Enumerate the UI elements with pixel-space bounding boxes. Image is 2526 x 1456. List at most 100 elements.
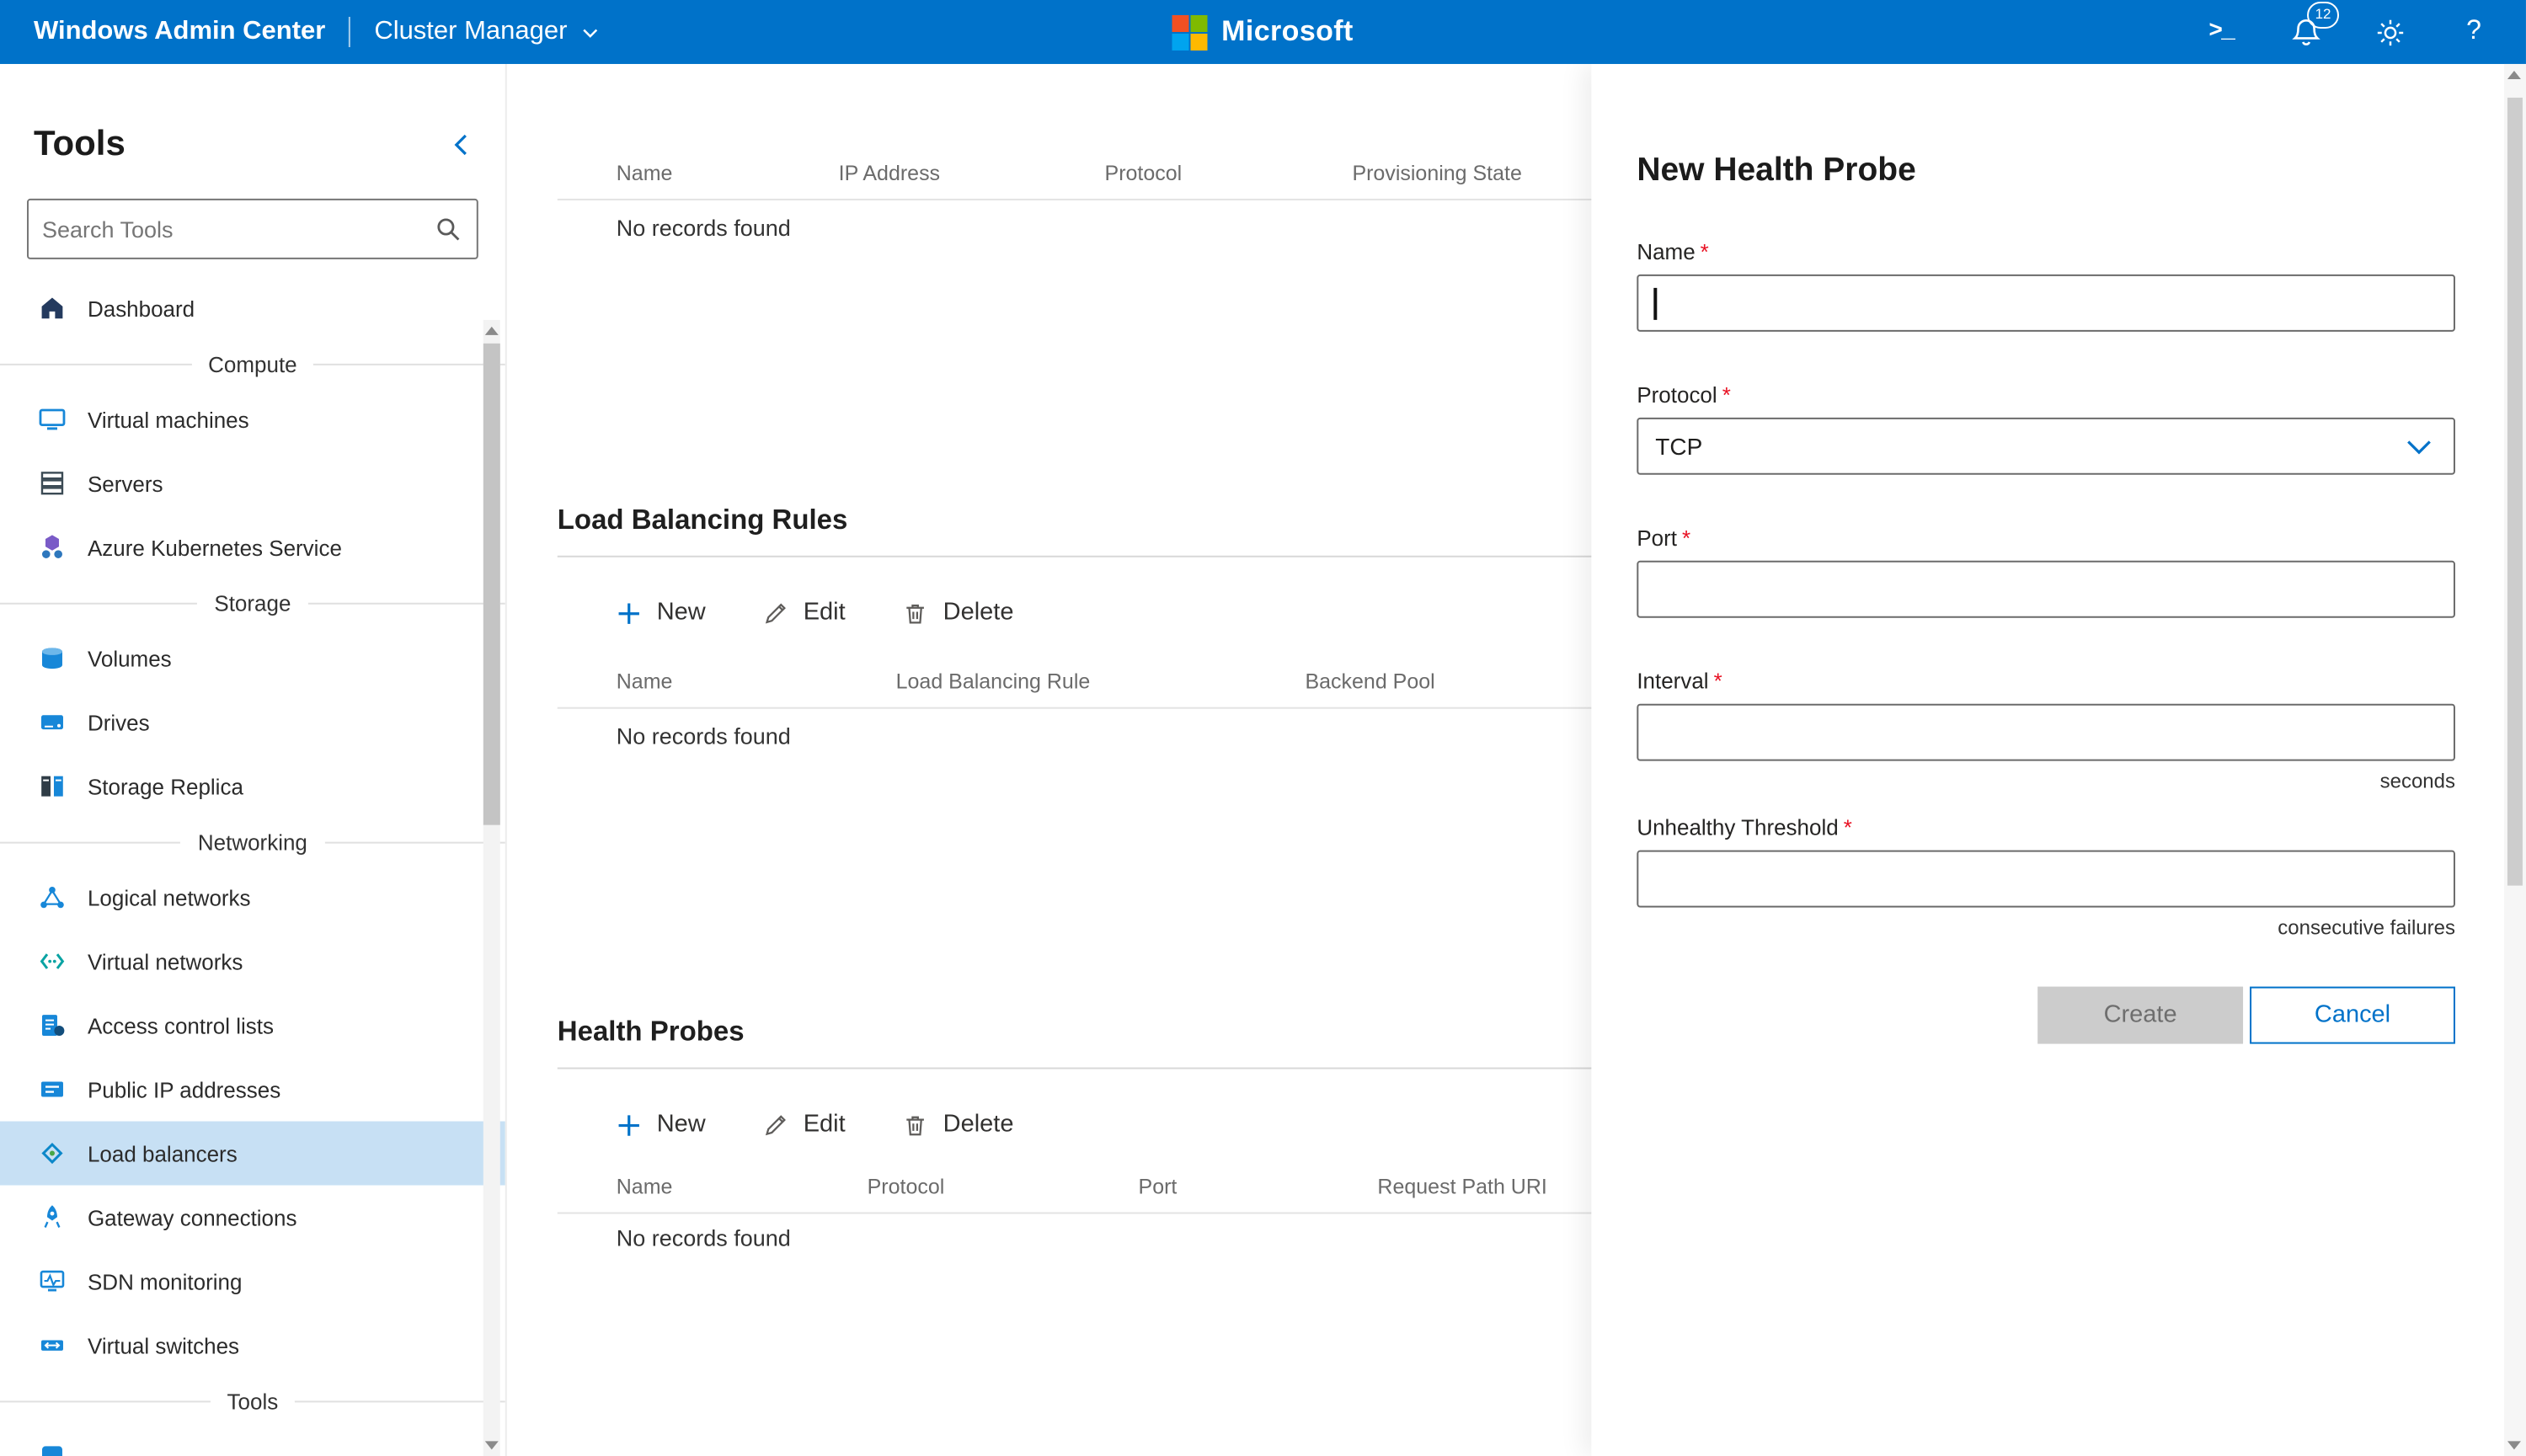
frontend-ip-empty-text: No records found [558, 216, 791, 241]
port-label: Port* [1637, 525, 2455, 551]
delete-button[interactable]: Delete [903, 600, 1014, 627]
panel-title: New Health Probe [1637, 152, 2526, 190]
app-title[interactable]: Windows Admin Center [34, 17, 325, 47]
protocol-select[interactable]: TCP [1637, 418, 2455, 475]
port-field [1637, 561, 2455, 618]
sidebar-item-label: Servers [88, 471, 163, 496]
edit-button-label: Edit [804, 1112, 846, 1139]
sidebar-item-label: Drives [88, 710, 150, 735]
sidebar-item-servers[interactable]: Servers [0, 451, 505, 515]
column-header[interactable]: Protocol [1105, 162, 1353, 185]
unhealthy-threshold-input[interactable] [1638, 852, 2454, 906]
edit-button[interactable]: Edit [763, 600, 846, 627]
powershell-icon[interactable]: >_ [2203, 13, 2240, 51]
sidebar-item-partial[interactable] [0, 1424, 505, 1456]
delete-trash-icon [903, 1112, 928, 1138]
name-input[interactable] [1638, 276, 2454, 330]
column-header[interactable]: IP Address [839, 162, 1105, 185]
column-header[interactable]: Port [1139, 1176, 1378, 1199]
port-input[interactable] [1638, 563, 2454, 616]
sidebar-item-volumes[interactable]: Volumes [0, 627, 505, 691]
new-button[interactable]: New [617, 600, 706, 627]
cancel-button[interactable]: Cancel [2250, 987, 2455, 1044]
sidebar-item-storage-replica[interactable]: Storage Replica [0, 755, 505, 819]
column-header[interactable]: Load Balancing Rule [896, 670, 1306, 694]
gateway-connections-icon [37, 1203, 66, 1231]
column-header[interactable]: Provisioning State [1352, 162, 1596, 185]
group-label: Tools [227, 1388, 279, 1413]
sidebar-scrollbar-thumb[interactable] [483, 344, 500, 825]
scroll-down-arrow[interactable] [2507, 1441, 2521, 1449]
chevron-down-icon [580, 23, 599, 41]
column-header[interactable]: Name [617, 1176, 868, 1199]
notifications-icon[interactable]: 12 [2287, 13, 2324, 51]
search-tools-input[interactable] [29, 216, 435, 242]
volumes-icon [37, 644, 66, 673]
sidebar-item-gateway-connections[interactable]: Gateway connections [0, 1186, 505, 1250]
section-divider [558, 1068, 1597, 1069]
create-button[interactable]: Create [2037, 987, 2243, 1044]
page-scrollbar-thumb[interactable] [2507, 98, 2523, 886]
load-balancing-rules-toolbar: New Edit Delete [558, 583, 1014, 643]
sidebar-item-label: Dashboard [88, 296, 195, 321]
sidebar-item-dashboard[interactable]: Dashboard [0, 276, 505, 340]
interval-input[interactable] [1638, 706, 2454, 760]
sidebar-item-label: Azure Kubernetes Service [88, 535, 342, 560]
plus-icon [617, 600, 642, 626]
load-balancing-rules-table-header: Name Load Balancing Rule Backend Pool [558, 657, 1597, 709]
sidebar-item-label: Logical networks [88, 885, 251, 910]
delete-trash-icon [903, 600, 928, 626]
column-header[interactable]: Protocol [868, 1176, 1139, 1199]
home-icon [37, 294, 66, 323]
sidebar-item-azure-kubernetes-service[interactable]: Azure Kubernetes Service [0, 515, 505, 579]
health-probes-toolbar: New Edit Delete [558, 1095, 1014, 1155]
scroll-up-arrow[interactable] [2507, 71, 2521, 79]
sidebar-item-virtual-networks[interactable]: Virtual networks [0, 930, 505, 994]
sidebar-item-virtual-switches[interactable]: Virtual switches [0, 1313, 505, 1377]
required-asterisk: * [1844, 815, 1852, 840]
sidebar-item-label: Gateway connections [88, 1204, 297, 1229]
topbar-actions: >_ 12 ? [2203, 13, 2526, 51]
column-header[interactable]: Name [617, 162, 839, 185]
virtual-networks-icon [37, 947, 66, 976]
edit-button-label: Edit [804, 600, 846, 627]
sidebar-item-label: Load balancers [88, 1141, 238, 1166]
scroll-up-arrow[interactable] [485, 327, 499, 335]
load-balancer-detail: Name IP Address Protocol Provisioning St… [558, 64, 1597, 1456]
context-switcher[interactable]: Cluster Manager [374, 17, 599, 47]
health-probes-title: Health Probes [558, 1017, 745, 1049]
required-asterisk: * [1714, 669, 1722, 694]
drives-icon [37, 708, 66, 737]
sidebar-item-logical-networks[interactable]: Logical networks [0, 866, 505, 930]
new-button-label: New [657, 600, 706, 627]
new-button[interactable]: New [617, 1112, 706, 1139]
sidebar-scrollbar[interactable] [483, 320, 500, 1456]
protocol-label: Protocol* [1637, 382, 2455, 408]
group-label: Storage [214, 590, 291, 616]
sidebar-item-load-balancers[interactable]: Load balancers [0, 1122, 505, 1186]
load-balancing-rules-title: Load Balancing Rules [558, 505, 848, 537]
unhealthy-threshold-label: Unhealthy Threshold* [1637, 815, 2455, 840]
column-header[interactable]: Name [617, 670, 896, 694]
delete-button[interactable]: Delete [903, 1112, 1014, 1139]
sidebar-item-sdn-monitoring[interactable]: SDN monitoring [0, 1249, 505, 1313]
collapse-sidebar-icon[interactable] [448, 131, 475, 158]
sidebar-item-label: Access control lists [88, 1013, 274, 1038]
storage-replica-icon [37, 772, 66, 801]
scroll-down-arrow[interactable] [485, 1441, 499, 1449]
sidebar-item-drives[interactable]: Drives [0, 691, 505, 755]
tools-nav: Dashboard Compute Virtual machines Serve… [0, 276, 505, 1456]
settings-gear-icon[interactable] [2371, 13, 2408, 51]
edit-button[interactable]: Edit [763, 1112, 846, 1139]
help-icon[interactable]: ? [2455, 13, 2492, 51]
interval-hint: seconds [1637, 770, 2455, 793]
page-scrollbar[interactable] [2504, 64, 2526, 1456]
sidebar-item-access-control-lists[interactable]: Access control lists [0, 994, 505, 1058]
edit-pencil-icon [763, 600, 788, 626]
panel-buttons: Create Cancel [1637, 987, 2455, 1044]
column-header[interactable]: Request Path URI [1377, 1176, 1596, 1199]
column-header[interactable]: Backend Pool [1305, 670, 1596, 694]
sidebar-item-public-ip-addresses[interactable]: Public IP addresses [0, 1058, 505, 1122]
sidebar-item-label: Public IP addresses [88, 1077, 280, 1102]
sidebar-item-virtual-machines[interactable]: Virtual machines [0, 387, 505, 451]
